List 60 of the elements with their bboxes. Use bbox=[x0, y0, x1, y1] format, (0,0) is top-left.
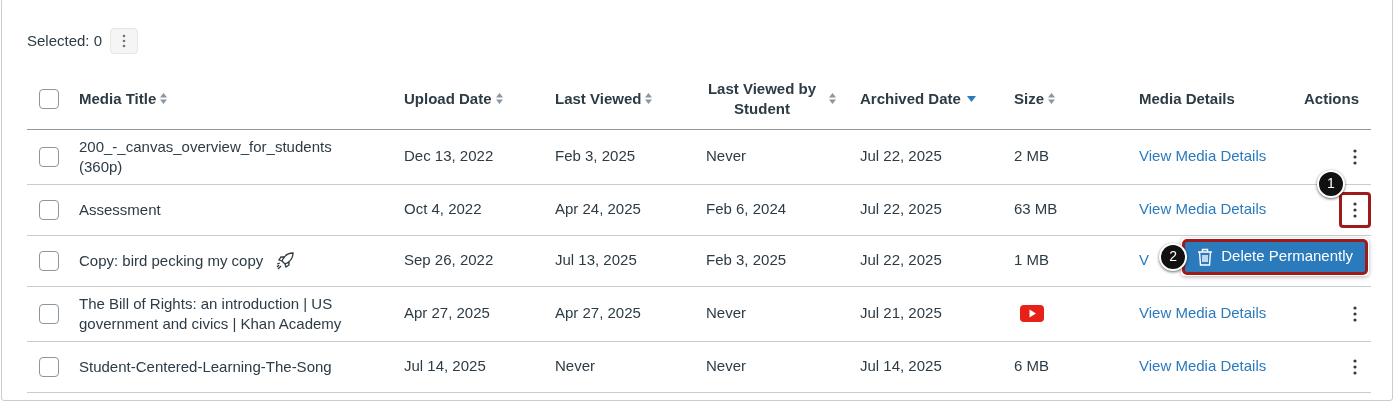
column-header: Last Viewed bbox=[555, 88, 642, 109]
table-cell: Feb 3, 2025 bbox=[555, 147, 636, 165]
table-cell: Sep 26, 2022 bbox=[404, 251, 494, 269]
column-header: Media Title bbox=[79, 88, 157, 109]
checkbox[interactable] bbox=[39, 88, 59, 109]
media-title: Assessment bbox=[79, 199, 161, 220]
table-cell: 63 MB bbox=[1014, 200, 1058, 218]
table-cell: Jul 22, 2025 bbox=[860, 200, 942, 218]
table-cell: Jul 14, 2025 bbox=[404, 357, 486, 375]
table-cell: Never bbox=[555, 357, 595, 375]
table-cell: Never bbox=[706, 147, 746, 165]
checkbox[interactable] bbox=[39, 250, 59, 271]
column-header: Upload Date bbox=[404, 88, 492, 109]
callout-number: 1 bbox=[1317, 169, 1345, 198]
table-cell: Apr 27, 2025 bbox=[404, 304, 490, 322]
column-header: Media Details bbox=[1139, 88, 1235, 109]
view-details-link[interactable]: View Media Details bbox=[1139, 147, 1267, 165]
table-cell: Feb 3, 2025 bbox=[706, 251, 787, 269]
more-options-icon bbox=[122, 34, 127, 48]
table-cell: Jul 13, 2025 bbox=[555, 251, 637, 269]
more-options-icon[interactable] bbox=[1353, 358, 1357, 375]
video-logo-icon bbox=[1020, 305, 1044, 322]
table-cell: Jul 21, 2025 bbox=[860, 304, 942, 322]
checkbox[interactable] bbox=[39, 146, 59, 167]
more-options-button[interactable] bbox=[1339, 191, 1371, 228]
more-options-icon[interactable] bbox=[1353, 148, 1357, 165]
more-options-icon[interactable] bbox=[1353, 201, 1357, 218]
table-cell: Feb 6, 2024 bbox=[706, 200, 787, 218]
table-cell: 6 MB bbox=[1014, 357, 1049, 375]
table-cell: Apr 24, 2025 bbox=[555, 200, 641, 218]
media-title: The Bill of Rights: an introduction | US government and civics | Khan Academy bbox=[79, 293, 343, 334]
table-cell: Never bbox=[706, 357, 746, 375]
checkbox[interactable] bbox=[39, 356, 59, 377]
table-cell: Jul 22, 2025 bbox=[860, 147, 942, 165]
column-header: Last Viewed by Student bbox=[706, 78, 818, 119]
column-header: Archived Date bbox=[860, 88, 961, 109]
table-cell: Jul 22, 2025 bbox=[860, 251, 942, 269]
column-header: Actions bbox=[1304, 88, 1359, 109]
view-details-link[interactable]: View Media Details bbox=[1139, 357, 1267, 375]
table-cell: Apr 27, 2025 bbox=[555, 304, 641, 322]
checkbox[interactable] bbox=[39, 199, 59, 220]
table-cell: Oct 4, 2022 bbox=[404, 200, 482, 218]
table-cell: Never bbox=[706, 304, 746, 322]
view-details-link[interactable]: View Media Details bbox=[1139, 200, 1267, 218]
callout-number: 2 bbox=[1159, 242, 1188, 271]
table-cell: Dec 13, 2022 bbox=[404, 147, 494, 165]
view-details-link[interactable]: View Media Details bbox=[1139, 304, 1267, 322]
trash-icon bbox=[1197, 247, 1214, 266]
media-title: Student-Centered-Learning-The-Song bbox=[79, 356, 332, 377]
table-cell: Jul 14, 2025 bbox=[860, 357, 942, 375]
selected-count: Selected: 0 bbox=[27, 30, 103, 51]
media-title: Copy: bird pecking my copy bbox=[79, 250, 264, 271]
media-title: 200_-_canvas_overview_for_students (360p) bbox=[79, 136, 333, 177]
table-cell: 2 MB bbox=[1014, 147, 1049, 165]
column-header: Size bbox=[1014, 88, 1044, 109]
checkbox[interactable] bbox=[39, 303, 59, 324]
table-cell: 1 MB bbox=[1014, 251, 1049, 269]
delete-permanently-button[interactable]: Delete Permanently bbox=[1182, 238, 1368, 275]
more-options-icon[interactable] bbox=[1353, 305, 1357, 322]
view-details-link[interactable]: V bbox=[1139, 251, 1149, 269]
